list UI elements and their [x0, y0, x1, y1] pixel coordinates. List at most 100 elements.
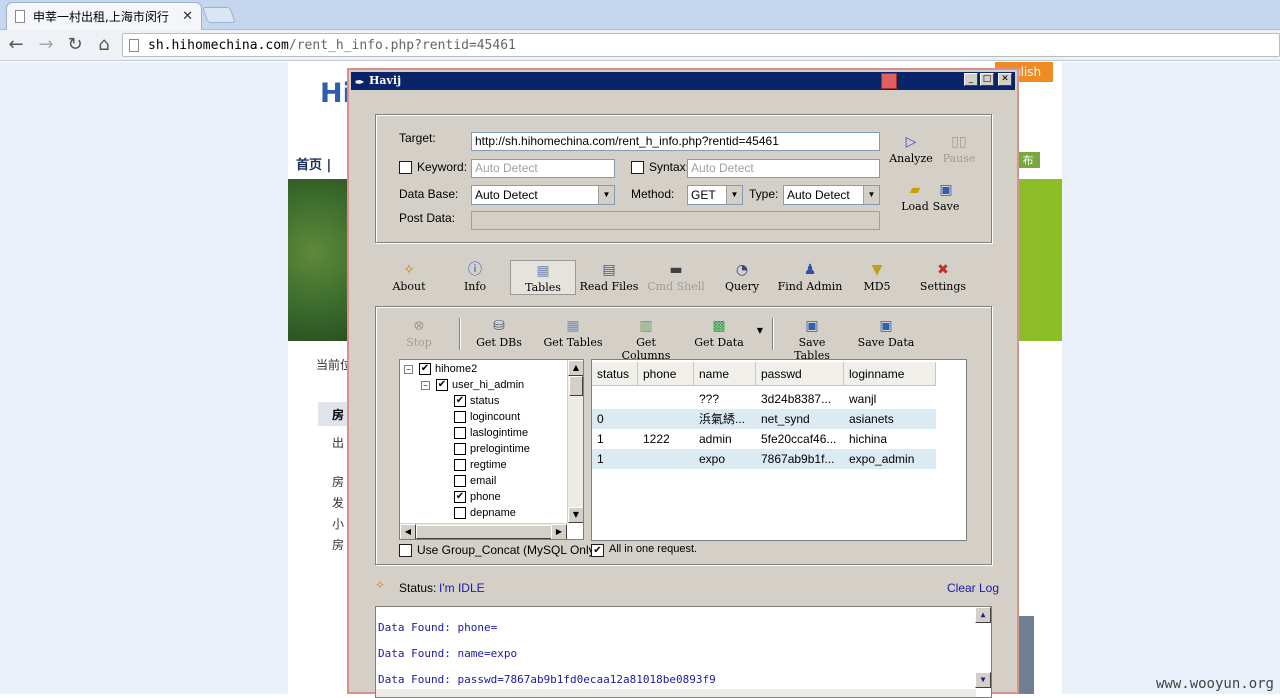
type-select[interactable]: Auto Detect ▼	[783, 185, 880, 205]
data-icon: ▩	[712, 318, 726, 334]
grid-header-phone[interactable]: phone	[638, 362, 694, 386]
chevron-down-icon[interactable]: ▼	[726, 186, 742, 204]
checkbox-checked[interactable]: ✔	[454, 491, 466, 503]
tab-find-admin[interactable]: ♟ Find Admin	[777, 262, 843, 293]
checkbox-checked[interactable]: ✔	[454, 395, 466, 407]
new-tab-button[interactable]	[202, 7, 236, 23]
save-tables-button[interactable]: ▣ Save Tables	[779, 318, 845, 362]
table-row[interactable]: 1 expo 7867ab9b1f... expo_admin	[592, 449, 936, 469]
grid-header-passwd[interactable]: passwd	[756, 362, 844, 386]
close-button[interactable]: ✕	[998, 73, 1012, 86]
tree-node-table[interactable]: − ✔ user_hi_admin	[421, 377, 524, 393]
havij-titlebar[interactable]: ✒ Havij	[351, 72, 1015, 90]
tree-node-db[interactable]: − ✔ hihome2	[404, 361, 477, 377]
tree-node-column[interactable]: depname	[454, 505, 516, 521]
checkbox-checked[interactable]: ✔	[436, 379, 448, 391]
group-concat-checkbox[interactable]	[399, 544, 412, 557]
scroll-thumb[interactable]	[416, 525, 556, 539]
site-nav-home[interactable]: 首页 |	[296, 154, 331, 173]
checkbox-unchecked[interactable]	[454, 507, 466, 519]
schema-tree[interactable]: − ✔ hihome2 − ✔ user_hi_admin ✔ status log…	[399, 359, 584, 540]
database-select[interactable]: Auto Detect ▼	[471, 185, 615, 205]
log-horizontal-scrollbar[interactable]	[376, 689, 976, 697]
checkbox-unchecked[interactable]	[454, 459, 466, 471]
reload-icon[interactable]: ↻	[63, 33, 87, 57]
scroll-up-icon[interactable]: ▲	[975, 607, 991, 623]
data-grid[interactable]: status phone name passwd loginname ??? 3d…	[591, 359, 967, 541]
clear-log-link[interactable]: Clear Log	[947, 581, 999, 595]
back-icon[interactable]: ←	[4, 33, 28, 57]
tree-node-column[interactable]: ✔ status	[454, 393, 499, 409]
chevron-down-icon[interactable]: ▼	[598, 186, 614, 204]
syntax-input[interactable]: Auto Detect	[687, 159, 880, 178]
forward-icon[interactable]: →	[34, 33, 58, 57]
keyword-input[interactable]: Auto Detect	[471, 159, 615, 178]
grid-header-loginname[interactable]: loginname	[844, 362, 936, 386]
scroll-up-icon[interactable]: ▲	[568, 360, 583, 376]
scroll-down-icon[interactable]: ▼	[975, 672, 991, 688]
syntax-label: Syntax:	[649, 160, 690, 174]
log-output[interactable]: Data Found: phone= Data Found: name=expo…	[375, 606, 992, 698]
pause-button[interactable]: ▯▯ Pause	[937, 134, 981, 165]
tree-node-column[interactable]: prelogintime	[454, 441, 530, 457]
get-dbs-button[interactable]: ⛁ Get DBs	[475, 318, 523, 349]
tree-node-column[interactable]: regtime	[454, 457, 507, 473]
publish-button[interactable]: 布	[1016, 152, 1040, 168]
save-data-button[interactable]: ▣ Save Data	[857, 318, 915, 349]
stop-button[interactable]: ⊗ Stop	[399, 318, 439, 349]
keyword-checkbox[interactable]	[399, 161, 412, 174]
tree-vertical-scrollbar[interactable]: ▲ ▼	[567, 360, 583, 523]
tree-horizontal-scrollbar[interactable]: ◀ ▶	[400, 523, 567, 539]
collapse-icon[interactable]: −	[404, 364, 413, 374]
tab-find-admin-label: Find Admin	[777, 280, 843, 293]
get-columns-button[interactable]: ▥ Get Columns	[611, 318, 681, 362]
table-row[interactable]: 0 浜氣綉... net_synd asianets	[592, 409, 936, 429]
target-input[interactable]: http://sh.hihomechina.com/rent_h_info.ph…	[471, 132, 880, 151]
tree-node-column[interactable]: logincount	[454, 409, 520, 425]
minimize-button[interactable]: _	[964, 73, 978, 86]
tab-tables[interactable]: ▦ Tables	[510, 260, 576, 295]
save-button[interactable]: ▣ Save	[931, 182, 961, 213]
checkbox-unchecked[interactable]	[454, 411, 466, 423]
tab-read-files[interactable]: ▤ Read Files	[577, 262, 641, 293]
get-data-dropdown[interactable]: ▼	[755, 326, 765, 335]
syntax-checkbox[interactable]	[631, 161, 644, 174]
tab-query[interactable]: ◔ Query	[721, 262, 763, 293]
checkbox-checked[interactable]: ✔	[419, 363, 431, 375]
address-bar[interactable]: sh.hihomechina.com/rent_h_info.php?renti…	[122, 33, 1280, 57]
scroll-down-icon[interactable]: ▼	[568, 507, 583, 523]
tab-cmd-shell[interactable]: ▬ Cmd Shell	[646, 262, 706, 293]
postdata-input[interactable]	[471, 211, 880, 230]
grid-header-name[interactable]: name	[694, 362, 756, 386]
browser-tab[interactable]: 申莘一村出租,上海市闵行 ✕	[6, 2, 202, 30]
tab-about[interactable]: ✧ About	[387, 262, 431, 293]
get-tables-button[interactable]: ▦ Get Tables	[541, 318, 605, 349]
type-label: Type:	[749, 187, 779, 201]
checkbox-unchecked[interactable]	[454, 475, 466, 487]
tree-node-column[interactable]: laslogintime	[454, 425, 528, 441]
tree-node-column[interactable]: email	[454, 473, 496, 489]
tree-node-column[interactable]: ✔ phone	[454, 489, 501, 505]
checkbox-unchecked[interactable]	[454, 443, 466, 455]
collapse-icon[interactable]: −	[421, 380, 430, 390]
close-icon[interactable]: ✕	[182, 9, 193, 24]
tab-md5[interactable]: ▼ MD5	[859, 262, 895, 293]
scroll-right-icon[interactable]: ▶	[551, 524, 567, 539]
scroll-thumb[interactable]	[569, 376, 583, 396]
table-row[interactable]: 1 1222 admin 5fe20ccaf46... hichina	[592, 429, 936, 449]
load-button[interactable]: ▰ Load	[899, 182, 931, 213]
tab-settings[interactable]: ✖ Settings	[915, 262, 971, 293]
get-data-button[interactable]: ▩ Get Data	[693, 318, 745, 349]
maximize-button[interactable]: □	[980, 73, 994, 86]
all-in-one-checkbox[interactable]: ✔	[591, 544, 604, 557]
home-icon[interactable]: ⌂	[92, 33, 116, 57]
tree-column-label: status	[470, 395, 500, 407]
chevron-down-icon[interactable]: ▼	[863, 186, 879, 204]
scroll-left-icon[interactable]: ◀	[400, 524, 416, 539]
table-row[interactable]: ??? 3d24b8387... wanjl	[592, 389, 936, 409]
checkbox-unchecked[interactable]	[454, 427, 466, 439]
tab-info[interactable]: ⓘ Info	[455, 262, 495, 293]
method-select[interactable]: GET ▼	[687, 185, 743, 205]
grid-header-status[interactable]: status	[592, 362, 638, 386]
analyze-button[interactable]: ▷ Analyze	[887, 134, 935, 165]
